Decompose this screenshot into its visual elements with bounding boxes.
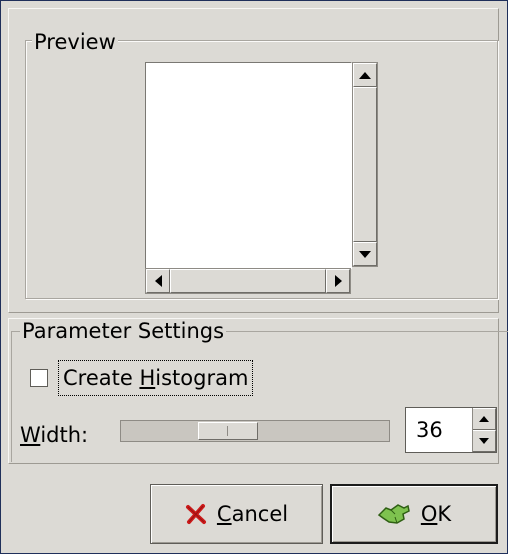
cancel-label-suffix: ancel bbox=[231, 502, 289, 526]
spin-down-button[interactable] bbox=[473, 430, 496, 452]
scroll-up-button[interactable] bbox=[353, 63, 377, 87]
create-histogram-label-suffix: istogram bbox=[155, 366, 249, 390]
cancel-label: Cancel bbox=[217, 502, 288, 526]
create-histogram-label[interactable]: Create Histogram bbox=[58, 360, 254, 396]
width-mnemonic: W bbox=[20, 423, 41, 447]
create-histogram-mnemonic: H bbox=[139, 366, 156, 390]
width-label-suffix: idth: bbox=[40, 423, 89, 447]
arrow-left-icon bbox=[154, 275, 162, 287]
create-histogram-label-prefix: Create bbox=[63, 366, 140, 390]
ok-button[interactable]: OK bbox=[330, 484, 498, 544]
ok-label: OK bbox=[421, 502, 451, 526]
scroll-down-button[interactable] bbox=[353, 242, 377, 266]
parameter-settings-legend: Parameter Settings bbox=[20, 319, 227, 343]
spin-buttons bbox=[472, 408, 496, 452]
width-label: Width: bbox=[20, 420, 88, 450]
horizontal-scroll-thumb[interactable] bbox=[170, 269, 326, 293]
arrow-down-icon bbox=[359, 250, 371, 258]
width-slider-thumb[interactable] bbox=[198, 422, 258, 440]
spin-up-icon bbox=[479, 416, 489, 422]
preview-horizontal-scrollbar[interactable] bbox=[145, 268, 351, 294]
slider-grip-icon bbox=[227, 426, 228, 436]
spin-up-button[interactable] bbox=[473, 408, 496, 430]
ok-label-suffix: K bbox=[437, 502, 452, 526]
arrow-up-icon bbox=[359, 71, 371, 79]
ok-hand-icon bbox=[377, 501, 411, 527]
arrow-right-icon bbox=[334, 275, 342, 287]
spin-down-icon bbox=[479, 438, 489, 444]
preview-canvas[interactable] bbox=[145, 62, 352, 269]
ok-mnemonic: O bbox=[420, 502, 438, 526]
cancel-mnemonic: C bbox=[216, 502, 232, 526]
width-value[interactable]: 36 bbox=[416, 416, 443, 444]
create-histogram-row[interactable]: Create Histogram bbox=[30, 357, 254, 399]
scroll-right-button[interactable] bbox=[326, 269, 350, 293]
cancel-button[interactable]: Cancel bbox=[150, 484, 323, 544]
create-histogram-checkbox[interactable] bbox=[30, 369, 48, 387]
width-spinbox[interactable]: 36 bbox=[405, 407, 497, 453]
preview-vertical-scrollbar[interactable] bbox=[352, 62, 378, 267]
cancel-x-icon bbox=[185, 503, 207, 525]
width-slider[interactable] bbox=[120, 420, 390, 442]
scroll-left-button[interactable] bbox=[146, 269, 170, 293]
vertical-scroll-thumb[interactable] bbox=[353, 87, 377, 242]
preview-legend: Preview bbox=[32, 30, 118, 54]
